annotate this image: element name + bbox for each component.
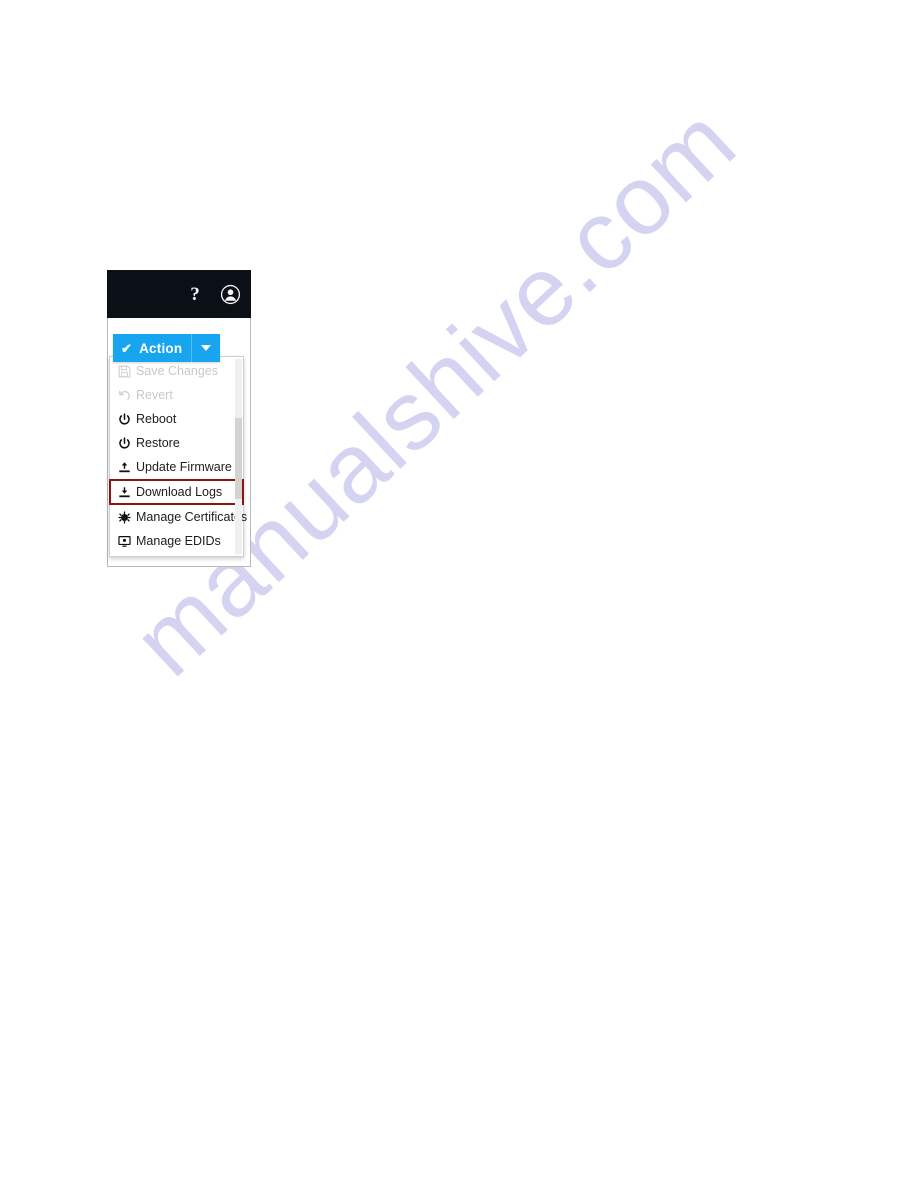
power-icon xyxy=(117,436,132,451)
menu-item-update-firmware[interactable]: Update Firmware xyxy=(110,455,243,479)
menu-item-label: Save Changes xyxy=(136,363,219,378)
menu-item-label: Download Logs xyxy=(136,484,223,499)
menu-item-download-logs[interactable]: Download Logs xyxy=(109,479,244,505)
upload-icon xyxy=(117,460,132,475)
download-icon xyxy=(117,485,132,500)
action-dropdown-menu: Save Changes Revert Reboot Restore Updat… xyxy=(109,356,247,557)
certificate-icon xyxy=(117,510,132,525)
menu-item-save-changes: Save Changes xyxy=(110,359,243,383)
action-dropdown-toggle[interactable] xyxy=(191,334,221,362)
chevron-down-icon xyxy=(201,345,212,351)
power-icon xyxy=(117,412,132,427)
menu-item-revert: Revert xyxy=(110,383,243,407)
watermark-layer: manualshive.com xyxy=(0,0,918,1188)
action-button-label: Action xyxy=(139,340,183,356)
menu-item-label: Manage Certificates xyxy=(136,509,248,524)
menu-scrollbar-track[interactable] xyxy=(235,359,242,554)
help-question-icon[interactable]: ? xyxy=(184,283,206,305)
action-menu-widget: ? ✔ Action Save Changes Revert Reboot Re… xyxy=(107,270,251,567)
action-button[interactable]: ✔ Action xyxy=(113,334,192,362)
app-header-bar: ? xyxy=(107,270,251,318)
menu-item-restore[interactable]: Restore xyxy=(110,431,243,455)
menu-item-reboot[interactable]: Reboot xyxy=(110,407,243,431)
menu-scrollbar-thumb[interactable] xyxy=(235,417,242,500)
menu-item-label: Manage EDIDs xyxy=(136,533,221,548)
user-avatar-icon[interactable] xyxy=(220,284,241,305)
menu-item-label: Restore xyxy=(136,435,180,450)
menu-item-manage-edids[interactable]: Manage EDIDs xyxy=(110,529,243,553)
check-icon: ✔ xyxy=(121,340,133,356)
monitor-icon xyxy=(117,534,132,549)
save-disk-icon xyxy=(117,364,132,379)
action-split-button: ✔ Action xyxy=(113,334,221,362)
widget-body-panel: ✔ Action Save Changes Revert Reboot Rest… xyxy=(107,318,251,567)
menu-item-manage-certificates[interactable]: Manage Certificates xyxy=(110,505,247,529)
menu-item-label: Update Firmware xyxy=(136,459,232,474)
menu-item-label: Reboot xyxy=(136,411,177,426)
menu-item-label: Revert xyxy=(136,387,173,402)
undo-arrow-icon xyxy=(117,388,132,403)
